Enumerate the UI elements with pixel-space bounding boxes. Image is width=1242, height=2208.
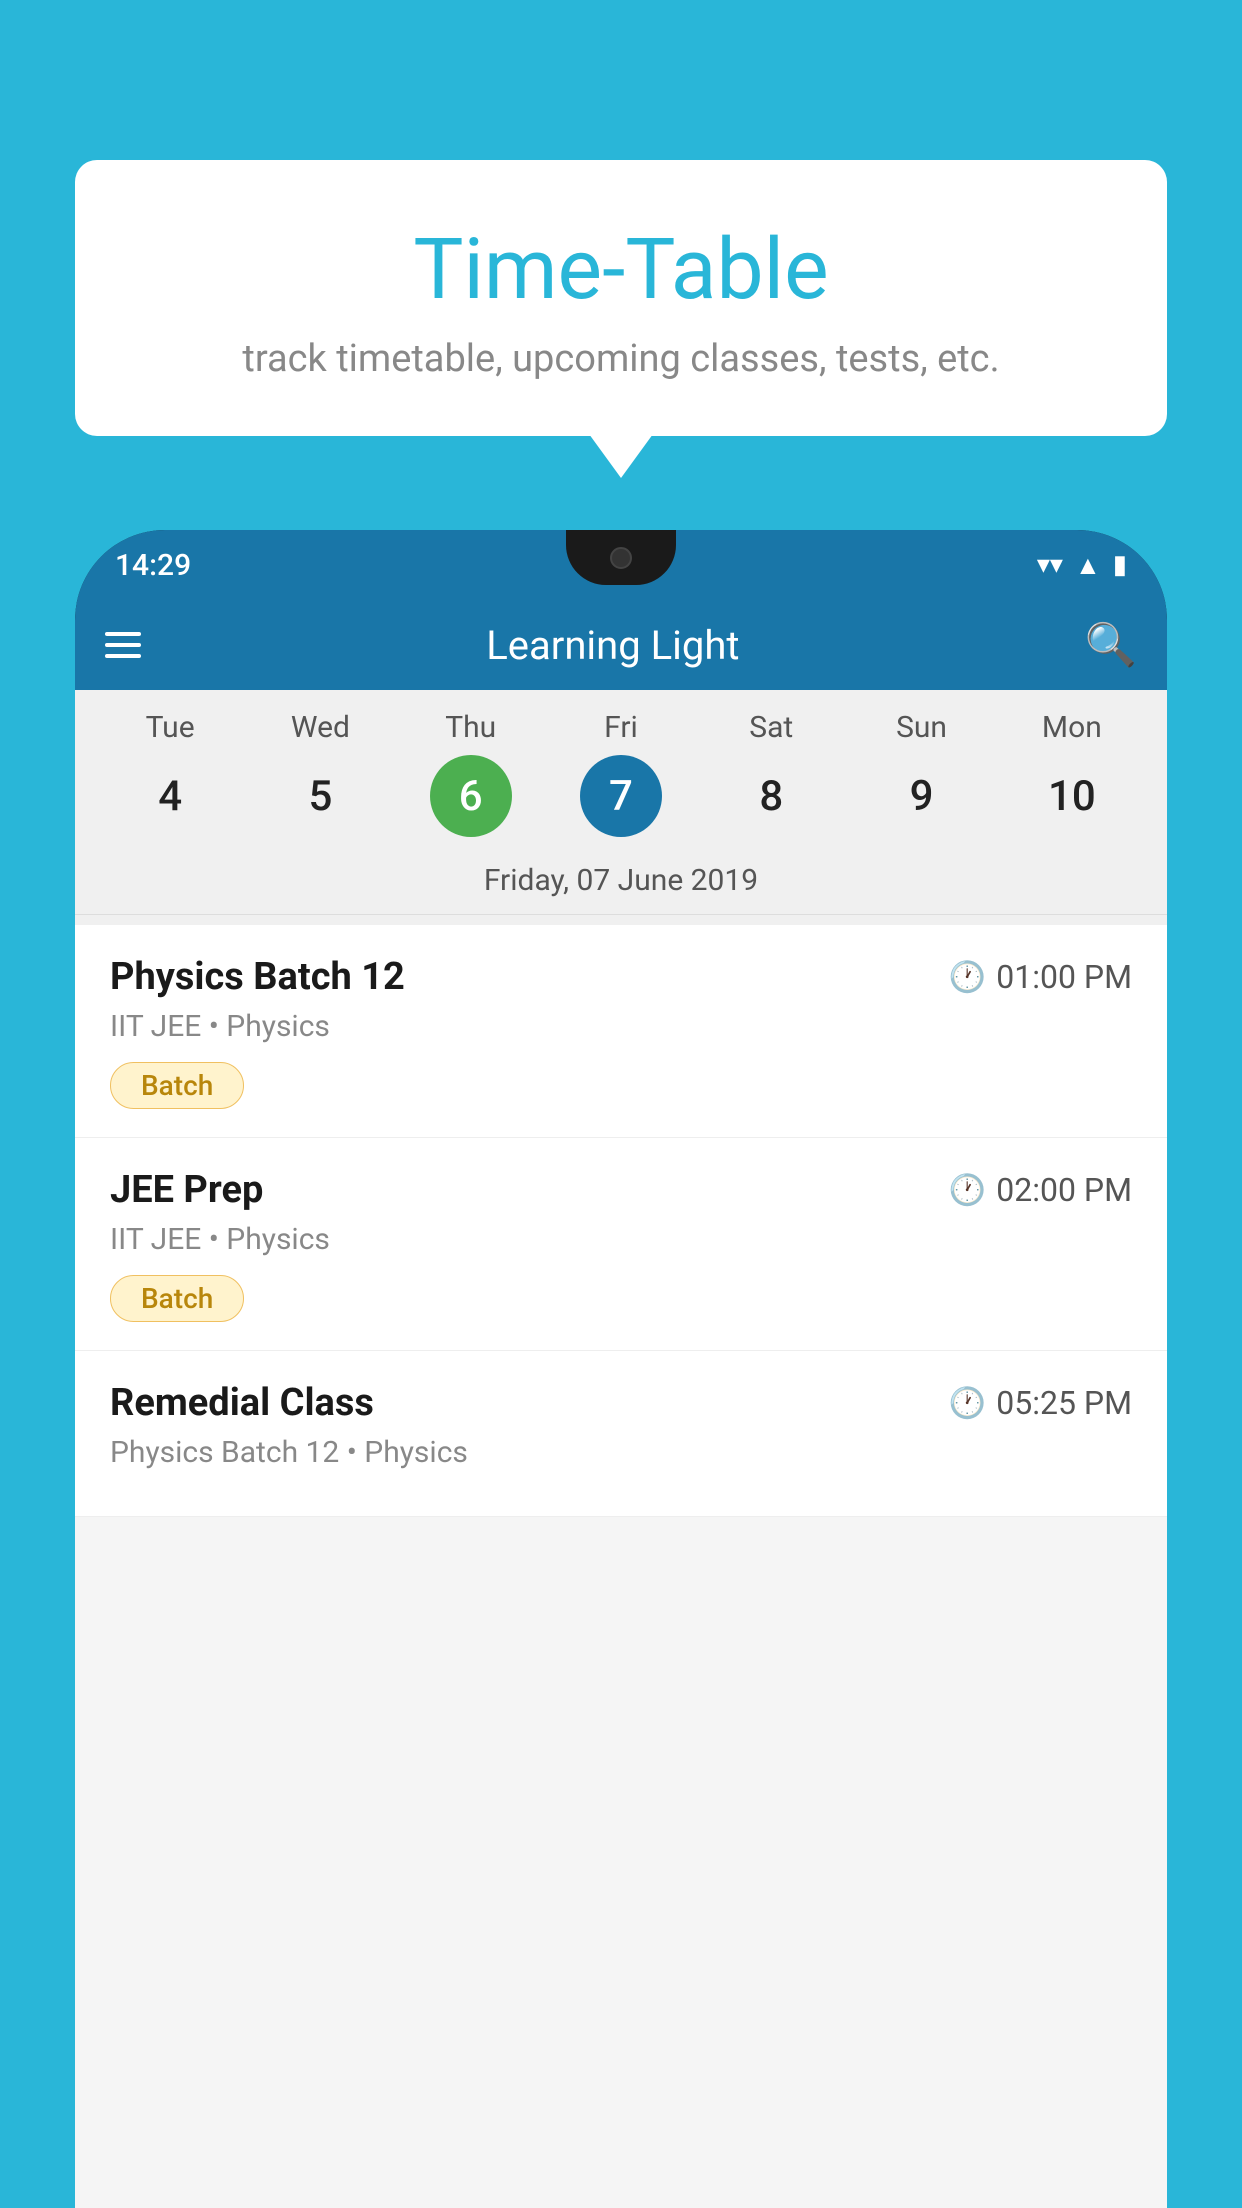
day-number: 8 (730, 755, 812, 837)
calendar-section: Tue 4 Wed 5 Thu 6 Fri 7 Sat 8 Sun 9 Mon 10 Friday, 07… (75, 690, 1167, 925)
status-time: 14:29 (115, 548, 191, 583)
day-col-sun[interactable]: Sun 9 (857, 710, 987, 837)
day-number: 9 (881, 755, 963, 837)
day-col-fri[interactable]: Fri 7 (556, 710, 686, 837)
day-col-mon[interactable]: Mon 10 (1007, 710, 1137, 837)
day-number: 7 (580, 755, 662, 837)
day-col-wed[interactable]: Wed 5 (255, 710, 385, 837)
schedule-time: 🕐 01:00 PM (949, 958, 1132, 996)
schedule-item-header: Physics Batch 12 🕐 01:00 PM (110, 955, 1132, 999)
day-col-thu[interactable]: Thu 6 (406, 710, 536, 837)
day-col-sat[interactable]: Sat 8 (706, 710, 836, 837)
notch (566, 530, 676, 585)
schedule-time: 🕐 02:00 PM (949, 1171, 1132, 1209)
day-number: 6 (430, 755, 512, 837)
phone-content: Tue 4 Wed 5 Thu 6 Fri 7 Sat 8 Sun 9 Mon 10 Friday, 07… (75, 690, 1167, 2208)
days-row: Tue 4 Wed 5 Thu 6 Fri 7 Sat 8 Sun 9 Mon 10 (75, 710, 1167, 837)
schedule-name: Remedial Class (110, 1381, 374, 1425)
schedule-list: Physics Batch 12 🕐 01:00 PM IIT JEE • Phys… (75, 925, 1167, 1517)
schedule-time: 🕐 05:25 PM (949, 1384, 1132, 1422)
signal-icon: ▲ (1075, 550, 1101, 581)
schedule-name: Physics Batch 12 (110, 955, 405, 999)
day-number: 10 (1031, 755, 1113, 837)
schedule-item-header: Remedial Class 🕐 05:25 PM (110, 1381, 1132, 1425)
schedule-meta: Physics Batch 12 • Physics (110, 1435, 1132, 1470)
selected-date-label: Friday, 07 June 2019 (75, 851, 1167, 915)
schedule-name: JEE Prep (110, 1168, 263, 1212)
schedule-item-header: JEE Prep 🕐 02:00 PM (110, 1168, 1132, 1212)
batch-badge: Batch (110, 1062, 244, 1109)
schedule-item[interactable]: Remedial Class 🕐 05:25 PM Physics Batch 12… (75, 1351, 1167, 1517)
schedule-meta: IIT JEE • Physics (110, 1222, 1132, 1257)
day-number: 5 (279, 755, 361, 837)
schedule-item[interactable]: Physics Batch 12 🕐 01:00 PM IIT JEE • Phys… (75, 925, 1167, 1138)
batch-badge: Batch (110, 1275, 244, 1322)
header-card: Time-Table track timetable, upcoming cla… (75, 160, 1167, 436)
day-number: 4 (129, 755, 211, 837)
schedule-item[interactable]: JEE Prep 🕐 02:00 PM IIT JEE • Physics Batch (75, 1138, 1167, 1351)
day-col-tue[interactable]: Tue 4 (105, 710, 235, 837)
status-bar: 14:29 ▾▾ ▲ ▮ (75, 530, 1167, 600)
page-subtitle: track timetable, upcoming classes, tests… (125, 337, 1117, 381)
clock-icon: 🕐 (949, 1173, 986, 1208)
day-name: Fri (604, 710, 638, 745)
day-name: Wed (291, 710, 350, 745)
schedule-meta: IIT JEE • Physics (110, 1009, 1132, 1044)
phone-frame: 14:29 ▾▾ ▲ ▮ Learning Light 🔍 Tue 4 Wed 5 Th… (75, 530, 1167, 2208)
clock-icon: 🕐 (949, 1386, 986, 1421)
day-name: Thu (445, 710, 496, 745)
app-title: Learning Light (171, 622, 1055, 669)
day-name: Sun (896, 710, 947, 745)
day-name: Sat (749, 710, 793, 745)
page-title: Time-Table (125, 220, 1117, 319)
status-icons: ▾▾ ▲ ▮ (1037, 550, 1127, 581)
day-name: Mon (1042, 710, 1102, 745)
search-icon[interactable]: 🔍 (1085, 621, 1137, 670)
app-bar: Learning Light 🔍 (75, 600, 1167, 690)
hamburger-menu-button[interactable] (105, 632, 141, 658)
day-name: Tue (146, 710, 195, 745)
camera (610, 547, 632, 569)
battery-icon: ▮ (1113, 550, 1127, 580)
wifi-icon: ▾▾ (1037, 550, 1063, 580)
clock-icon: 🕐 (949, 960, 986, 995)
